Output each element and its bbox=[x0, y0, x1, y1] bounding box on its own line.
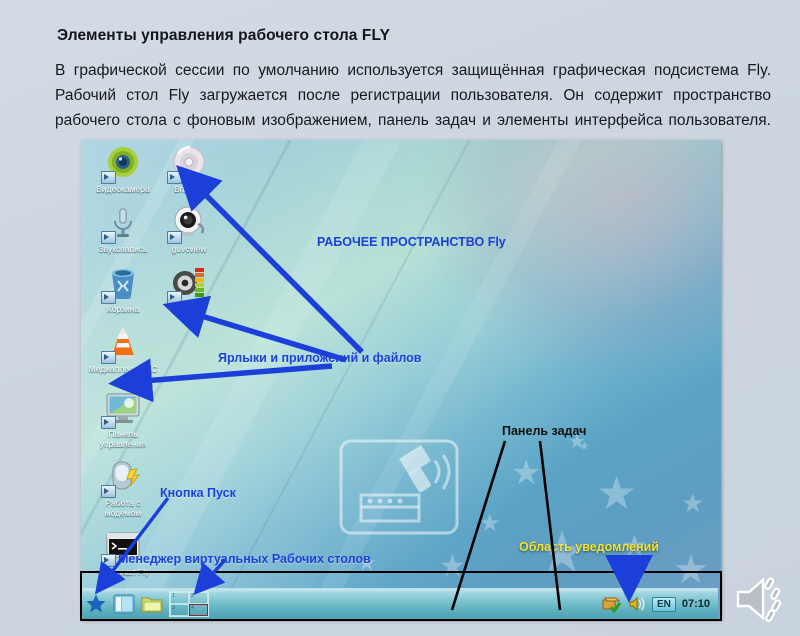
shortcut-badge bbox=[101, 231, 116, 244]
shortcut-badge bbox=[101, 416, 116, 429]
disc-burner-icon bbox=[167, 144, 208, 184]
callout-start-button-label: Кнопка Пуск bbox=[160, 486, 236, 500]
virtual-desktop-pager[interactable]: 1 2 3 4 bbox=[169, 591, 209, 617]
taskbar-left-group: 1 2 3 4 bbox=[82, 591, 209, 617]
file-manager-icon[interactable] bbox=[141, 594, 163, 614]
shortcut-badge bbox=[167, 291, 182, 304]
pager-desktop-3[interactable]: 3 bbox=[170, 604, 189, 616]
callout-shortcuts-label: Ярлыки и приложений и файлов bbox=[218, 351, 422, 365]
desktop-icon-label: Медиаплеер VLC bbox=[88, 364, 158, 374]
shortcut-badge bbox=[101, 351, 116, 364]
trash-icon bbox=[101, 264, 142, 304]
desktop-icon-label: Терминал Fly bbox=[96, 567, 150, 577]
desktop-icon-panel-upravleniya[interactable]: Панель управления bbox=[87, 389, 159, 449]
star-decoration: ★ bbox=[439, 550, 466, 583]
desktop-icon-korzina[interactable]: Корзина bbox=[87, 264, 159, 314]
desktop-icon-label: guvcview bbox=[171, 244, 207, 254]
shortcut-badge bbox=[101, 554, 116, 567]
desktop-icon-label: Brasero bbox=[174, 184, 204, 194]
shortcut-badge bbox=[167, 171, 182, 184]
star-decoration: ★ bbox=[681, 488, 705, 518]
star-decoration: ★ bbox=[596, 467, 638, 519]
callout-workspace: РАБОЧЕЕ ПРОСТРАНСТВО Fly bbox=[317, 235, 506, 249]
callout-notification-area-label: Область уведомлений bbox=[519, 540, 659, 554]
desktop-icon-videokamera[interactable]: Видеокамера bbox=[87, 144, 159, 194]
star-decoration: ★ bbox=[479, 510, 501, 537]
modem-icon bbox=[101, 458, 142, 498]
slide-paragraph: В графической сессии по умолчанию исполь… bbox=[55, 62, 771, 129]
control-panel-icon bbox=[101, 389, 142, 429]
keyboard-layout-indicator[interactable]: EN bbox=[651, 596, 676, 612]
page-title: Элементы управления рабочего стола FLY bbox=[57, 27, 391, 44]
desktop-icon-label: Корзина bbox=[106, 304, 140, 314]
callout-taskbar-label: Панель задач bbox=[502, 424, 587, 438]
pager-desktop-2[interactable]: 2 bbox=[189, 592, 208, 604]
star-decoration: ★ bbox=[579, 439, 590, 453]
shortcut-badge bbox=[167, 231, 182, 244]
start-button[interactable] bbox=[85, 593, 107, 615]
camera-icon bbox=[101, 144, 142, 184]
desktop-icon-label: QasMixer bbox=[170, 304, 208, 314]
system-tray: EN 07:10 bbox=[602, 595, 718, 614]
desktop-icon-guvcview[interactable]: guvcview bbox=[153, 204, 225, 254]
speaker-icon[interactable] bbox=[728, 570, 790, 628]
star-decoration: ★ bbox=[511, 454, 542, 492]
taskbar[interactable]: 1 2 3 4 EN 07:10 bbox=[82, 588, 718, 619]
clock[interactable]: 07:10 bbox=[682, 598, 710, 610]
mixer-icon bbox=[167, 264, 208, 304]
slide-body-text: В графической сессии по умолчанию исполь… bbox=[55, 58, 771, 133]
desktop-icon-brasero[interactable]: Brasero bbox=[153, 144, 225, 194]
microphone-icon bbox=[101, 204, 142, 244]
shortcut-badge bbox=[101, 291, 116, 304]
pager-desktop-1[interactable]: 1 bbox=[170, 592, 189, 604]
desktop-icon-label: Видеокамера bbox=[96, 184, 150, 194]
window-list-icon[interactable] bbox=[113, 594, 135, 614]
shortcut-badge bbox=[101, 171, 116, 184]
updates-icon[interactable] bbox=[602, 595, 622, 614]
star-decoration: ★ bbox=[673, 548, 709, 592]
volume-icon[interactable] bbox=[628, 595, 646, 613]
desktop-icon-vlc[interactable]: Медиаплеер VLC bbox=[87, 324, 159, 374]
desktop-icon-label: Панель управления bbox=[99, 429, 147, 449]
desktop-icon-label: Звукозапись bbox=[98, 244, 148, 254]
vlc-cone-icon bbox=[101, 324, 142, 364]
desktop-icon-zvukozapis[interactable]: Звукозапись bbox=[87, 204, 159, 254]
media-placeholder-icon bbox=[339, 439, 459, 535]
desktop-icon-rabota-s-modemom[interactable]: Работа с модемом bbox=[87, 458, 159, 518]
callout-pager-label: Менеджер виртуальных Рабочих столов bbox=[118, 552, 371, 566]
webcam-icon bbox=[167, 204, 208, 244]
pager-desktop-4[interactable]: 4 bbox=[189, 604, 208, 616]
desktop-icon-qasmixer[interactable]: QasMixer bbox=[153, 264, 225, 314]
shortcut-badge bbox=[101, 485, 116, 498]
desktop-icon-label: Работа с модемом bbox=[104, 498, 142, 518]
